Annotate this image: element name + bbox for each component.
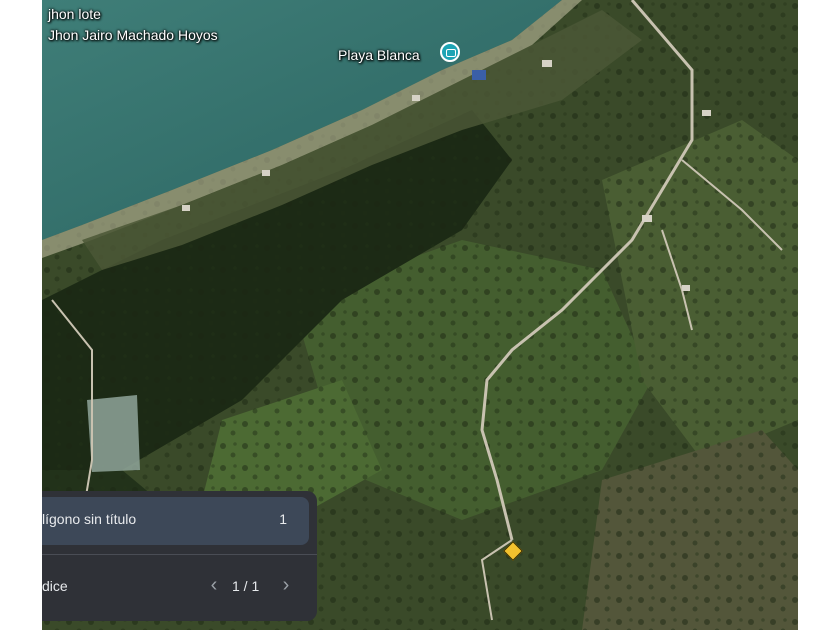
place-label[interactable]: Playa Blanca — [338, 47, 420, 63]
feature-name: lígono sin título — [42, 511, 137, 527]
chevron-right-icon[interactable]: › — [276, 575, 296, 597]
owner-title: jhon lote — [48, 6, 101, 22]
index-label: dice — [42, 578, 68, 594]
feature-row[interactable]: lígono sin título 1 — [42, 497, 309, 545]
camera-pin-icon[interactable] — [440, 42, 460, 62]
owner-name: Jhon Jairo Machado Hoyos — [48, 27, 218, 43]
panel-divider — [42, 554, 317, 555]
page-indicator: 1 / 1 — [232, 578, 260, 594]
chevron-left-icon[interactable]: ‹ — [204, 575, 224, 597]
feature-count: 1 — [279, 511, 287, 527]
feature-panel: lígono sin título 1 dice ‹ 1 / 1 › — [42, 491, 317, 621]
